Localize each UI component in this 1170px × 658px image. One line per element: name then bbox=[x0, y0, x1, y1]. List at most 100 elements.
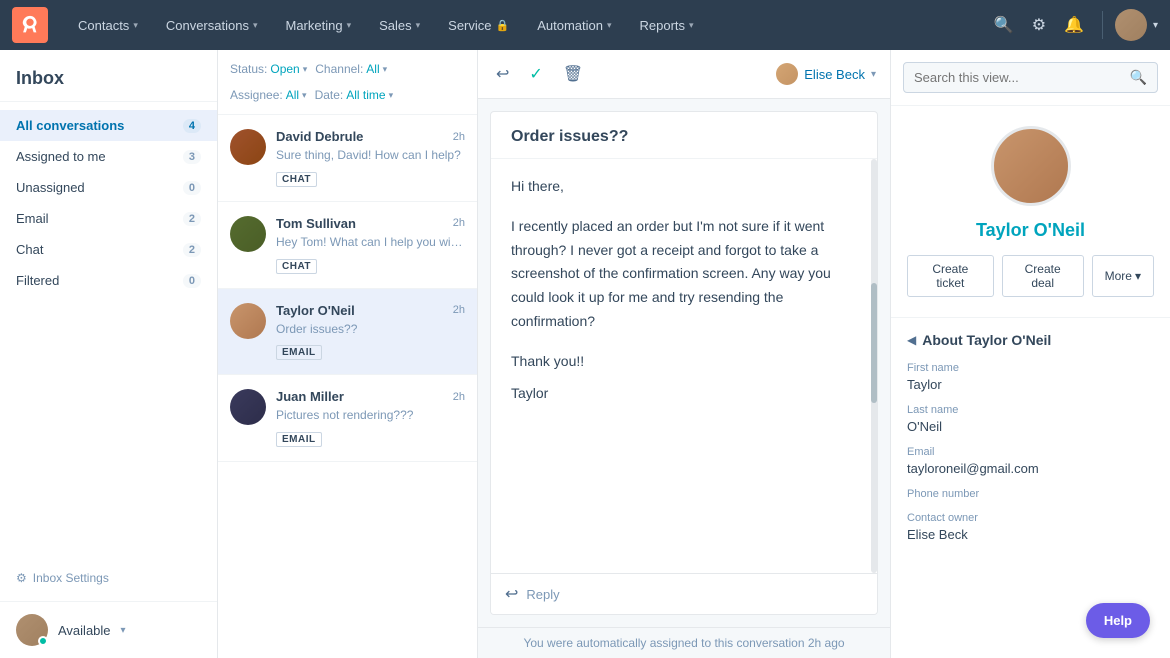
reply-back-icon[interactable]: ↩ bbox=[505, 584, 518, 604]
create-ticket-button[interactable]: Create ticket bbox=[907, 255, 994, 297]
conversation-body: David Debrule 2h Sure thing, David! How … bbox=[276, 129, 465, 187]
help-button[interactable]: Help bbox=[1086, 603, 1150, 638]
delete-button[interactable]: 🗑 bbox=[559, 60, 587, 88]
contact-actions: Create ticket Create deal More ▾ bbox=[907, 255, 1154, 297]
user-avatar[interactable] bbox=[1115, 9, 1147, 41]
main-layout: Inbox All conversations 4 Assigned to me… bbox=[0, 50, 1170, 658]
top-navigation: Contacts ▾ Conversations ▾ Marketing ▾ S… bbox=[0, 0, 1170, 50]
chevron-down-icon: ▾ bbox=[133, 20, 138, 31]
right-panel: 🔍 Taylor O'Neil Create ticket Create dea… bbox=[890, 50, 1170, 658]
scrollbar[interactable] bbox=[871, 159, 877, 573]
about-section: ◀ About Taylor O'Neil First name Taylor … bbox=[891, 318, 1170, 568]
about-field-lastname: Last name O'Neil bbox=[907, 404, 1154, 434]
chevron-down-icon: ◀ bbox=[907, 333, 916, 347]
create-deal-button[interactable]: Create deal bbox=[1002, 255, 1084, 297]
sidebar-item-all-conversations[interactable]: All conversations 4 bbox=[0, 110, 217, 141]
conversation-body: Taylor O'Neil 2h Order issues?? EMAIL bbox=[276, 303, 465, 361]
about-field-owner: Contact owner Elise Beck bbox=[907, 512, 1154, 542]
status-filter[interactable]: Status: Open ▾ bbox=[230, 60, 307, 78]
more-button[interactable]: More ▾ bbox=[1092, 255, 1154, 297]
conversation-item[interactable]: Juan Miller 2h Pictures not rendering???… bbox=[218, 375, 477, 462]
chevron-down-icon: ▾ bbox=[689, 20, 694, 31]
search-input[interactable] bbox=[914, 70, 1124, 85]
nav-sales[interactable]: Sales ▾ bbox=[365, 0, 434, 50]
assignee-avatar bbox=[776, 63, 798, 85]
nav-right-actions: 🔍 ⚙ 🔔 ▾ bbox=[988, 9, 1158, 41]
sidebar-item-email[interactable]: Email 2 bbox=[0, 203, 217, 234]
contact-profile: Taylor O'Neil Create ticket Create deal … bbox=[891, 106, 1170, 318]
notifications-button[interactable]: 🔔 bbox=[1058, 9, 1090, 41]
chevron-down-icon: ▾ bbox=[303, 64, 308, 75]
conversation-filters: Status: Open ▾ Channel: All ▾ Assignee: … bbox=[218, 50, 477, 115]
sidebar-item-chat[interactable]: Chat 2 bbox=[0, 234, 217, 265]
conversation-item[interactable]: Tom Sullivan 2h Hey Tom! What can I help… bbox=[218, 202, 477, 289]
email-toolbar: ↩ ✓ 🗑 Elise Beck ▾ bbox=[478, 50, 890, 99]
sidebar-title: Inbox bbox=[0, 50, 217, 102]
channel-filter[interactable]: Channel: All ▾ bbox=[315, 60, 387, 78]
nav-conversations[interactable]: Conversations ▾ bbox=[152, 0, 272, 50]
about-field-email: Email tayloroneil@gmail.com bbox=[907, 446, 1154, 476]
lock-icon: 🔒 bbox=[496, 19, 510, 32]
search-button[interactable]: 🔍 bbox=[988, 9, 1020, 41]
chevron-down-icon: ▾ bbox=[389, 90, 394, 101]
user-status[interactable]: Available ▾ bbox=[0, 601, 217, 658]
auto-assign-message: You were automatically assigned to this … bbox=[478, 627, 890, 658]
settings-button[interactable]: ⚙ bbox=[1026, 9, 1052, 41]
conversation-body: Tom Sullivan 2h Hey Tom! What can I help… bbox=[276, 216, 465, 274]
hubspot-logo[interactable] bbox=[12, 7, 48, 43]
chevron-down-icon: ▾ bbox=[383, 64, 388, 75]
conversation-body: Juan Miller 2h Pictures not rendering???… bbox=[276, 389, 465, 447]
nav-automation[interactable]: Automation ▾ bbox=[523, 0, 625, 50]
contact-avatar bbox=[991, 126, 1071, 206]
conversation-item-active[interactable]: Taylor O'Neil 2h Order issues?? EMAIL bbox=[218, 289, 477, 376]
chevron-down-icon: ▾ bbox=[1135, 269, 1141, 283]
about-field-firstname: First name Taylor bbox=[907, 362, 1154, 392]
chevron-down-icon: ▾ bbox=[253, 20, 258, 31]
search-bar: 🔍 bbox=[891, 50, 1170, 106]
nav-contacts[interactable]: Contacts ▾ bbox=[64, 0, 152, 50]
email-body-area: Order issues?? Hi there, I recently plac… bbox=[490, 111, 878, 615]
sidebar-item-assigned-to-me[interactable]: Assigned to me 3 bbox=[0, 141, 217, 172]
contact-name: Taylor O'Neil bbox=[907, 220, 1154, 241]
date-filter[interactable]: Date: All time ▾ bbox=[315, 86, 394, 104]
gear-icon: ⚙ bbox=[16, 571, 27, 585]
chevron-down-icon: ▾ bbox=[302, 90, 307, 101]
sidebar: Inbox All conversations 4 Assigned to me… bbox=[0, 50, 218, 658]
assignee-area: Elise Beck ▾ bbox=[776, 63, 876, 85]
search-input-wrap: 🔍 bbox=[903, 62, 1158, 93]
inbox-settings-link[interactable]: ⚙ Inbox Settings bbox=[0, 563, 217, 601]
sidebar-item-filtered[interactable]: Filtered 0 bbox=[0, 265, 217, 296]
online-status-dot bbox=[38, 636, 48, 646]
chevron-down-icon: ▾ bbox=[607, 20, 612, 31]
assignee-filter[interactable]: Assignee: All ▾ bbox=[230, 86, 307, 104]
scrollbar-thumb bbox=[871, 283, 877, 403]
chevron-down-icon: ▾ bbox=[121, 625, 126, 636]
user-chevron-icon[interactable]: ▾ bbox=[1153, 20, 1158, 31]
chevron-down-icon: ▾ bbox=[416, 20, 421, 31]
about-header[interactable]: ◀ About Taylor O'Neil bbox=[907, 332, 1154, 348]
chevron-down-icon: ▾ bbox=[871, 69, 876, 80]
avatar bbox=[230, 129, 266, 165]
sidebar-nav: All conversations 4 Assigned to me 3 Una… bbox=[0, 102, 217, 341]
email-panel: ↩ ✓ 🗑 Elise Beck ▾ Order issues?? Hi the… bbox=[478, 50, 890, 658]
back-button[interactable]: ↩ bbox=[492, 60, 513, 88]
nav-service[interactable]: Service 🔒 bbox=[434, 0, 523, 50]
email-subject: Order issues?? bbox=[491, 112, 877, 159]
chevron-down-icon: ▾ bbox=[347, 20, 352, 31]
nav-items: Contacts ▾ Conversations ▾ Marketing ▾ S… bbox=[64, 0, 988, 50]
nav-marketing[interactable]: Marketing ▾ bbox=[271, 0, 365, 50]
conversation-list: Status: Open ▾ Channel: All ▾ Assignee: … bbox=[218, 50, 478, 658]
about-field-phone: Phone number bbox=[907, 488, 1154, 500]
conversation-items: David Debrule 2h Sure thing, David! How … bbox=[218, 115, 477, 658]
resolve-button[interactable]: ✓ bbox=[525, 60, 546, 88]
conversation-item[interactable]: David Debrule 2h Sure thing, David! How … bbox=[218, 115, 477, 202]
nav-divider bbox=[1102, 11, 1103, 39]
avatar bbox=[230, 303, 266, 339]
avatar bbox=[230, 389, 266, 425]
nav-reports[interactable]: Reports ▾ bbox=[626, 0, 708, 50]
email-content: Hi there, I recently placed an order but… bbox=[491, 159, 877, 573]
sidebar-item-unassigned[interactable]: Unassigned 0 bbox=[0, 172, 217, 203]
reply-area[interactable]: ↩ Reply bbox=[491, 573, 877, 614]
search-icon: 🔍 bbox=[1130, 69, 1147, 86]
avatar bbox=[230, 216, 266, 252]
